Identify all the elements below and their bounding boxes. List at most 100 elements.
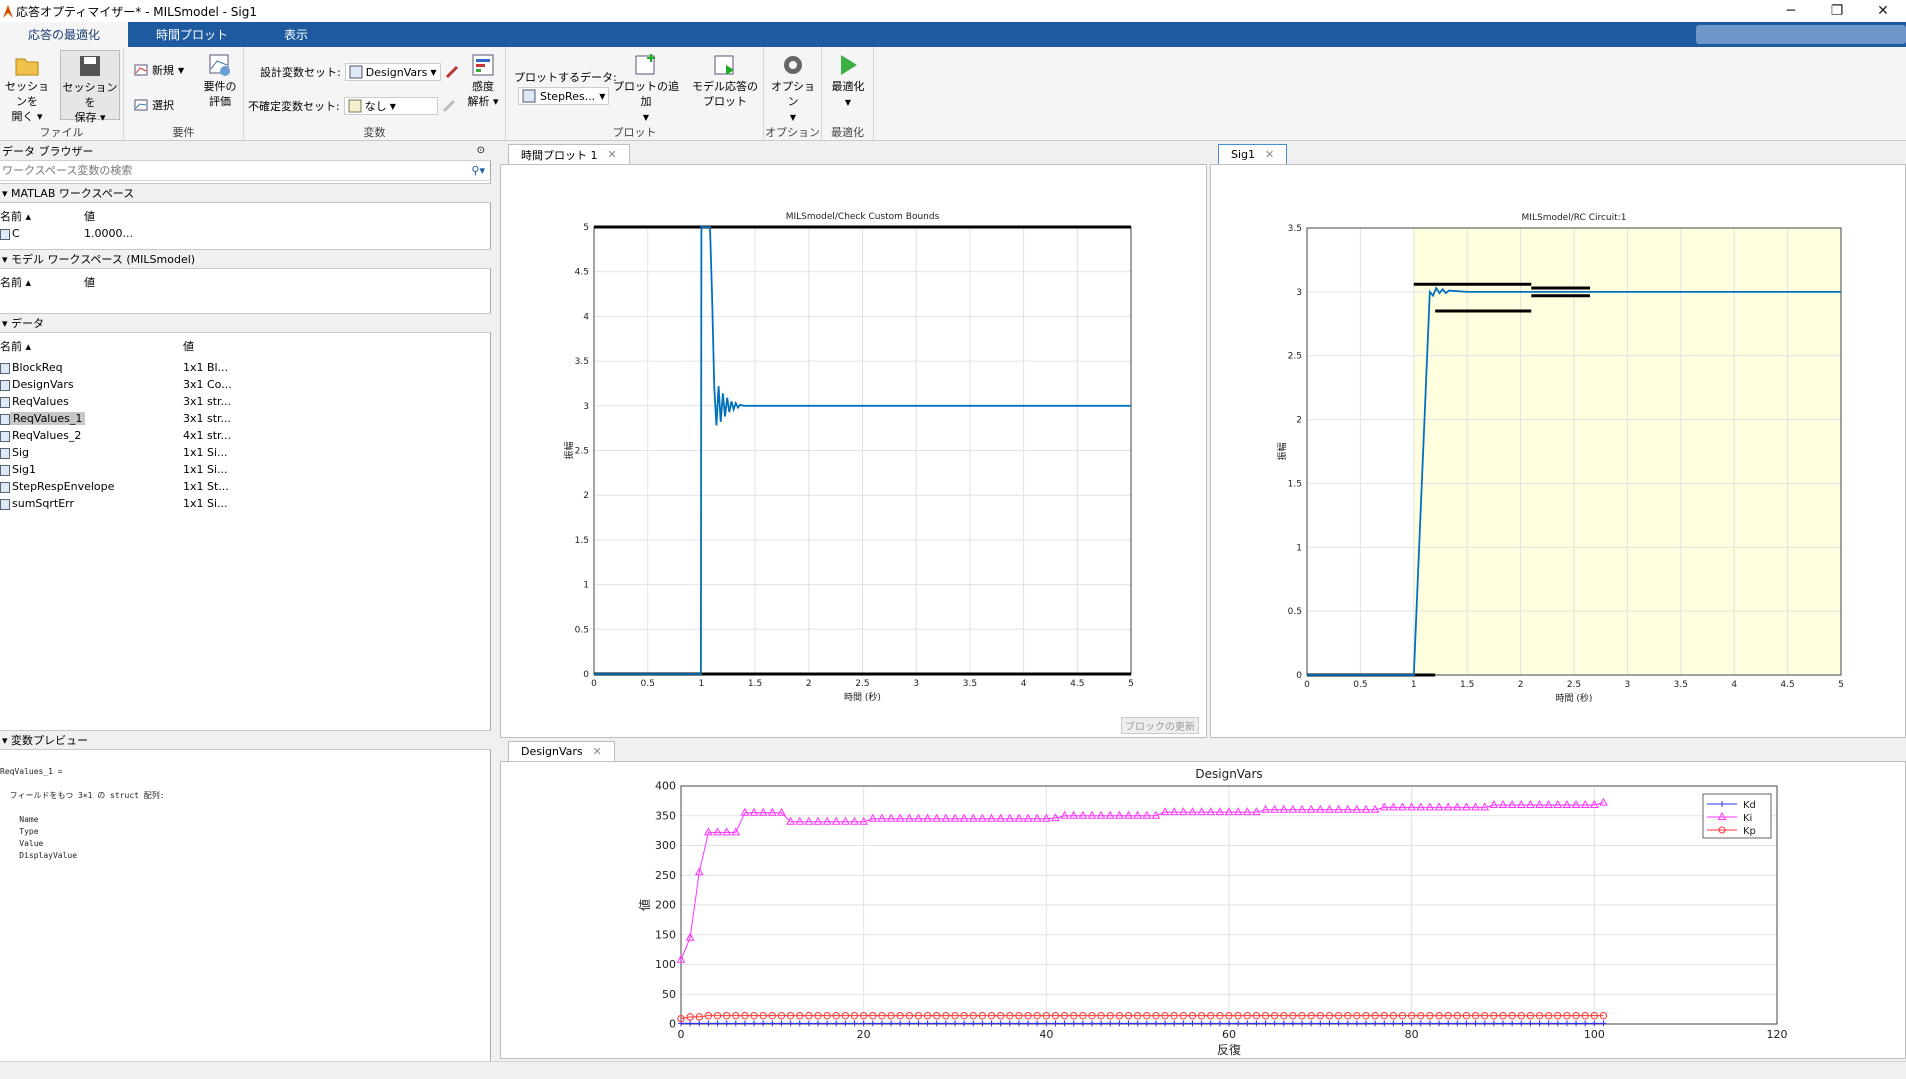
ws-row-c[interactable]: C 1.0000... bbox=[0, 226, 260, 243]
data-var-value: 1x1 Si... bbox=[183, 446, 228, 459]
x-tick-label: 2 bbox=[1518, 680, 1524, 690]
open-session-button[interactable]: セッションを開く ▾ bbox=[0, 53, 54, 124]
list-item-selected[interactable]: ReqValues_1 3x1 str... bbox=[0, 411, 260, 428]
sig1-pane: 0 0.5 1 1.5 2 2.5 3 3.5 4 4.5 5 0 0.5 1 1.5 2 2.5 3 3.5 MIL… bbox=[1210, 164, 1906, 738]
y-tick-label: 0 bbox=[583, 670, 589, 680]
data-section-header[interactable]: ▾ データ bbox=[0, 313, 491, 333]
x-tick-label: 2.5 bbox=[855, 679, 869, 689]
designvars-pane: 0 20 40 60 80 100 120 0 50 100 150 200 250 300 350 400 D… bbox=[500, 761, 1906, 1059]
list-item[interactable]: StepRespEnvelope 1x1 St... bbox=[0, 479, 260, 496]
sensitivity-icon bbox=[472, 54, 494, 76]
data-section-title: データ bbox=[11, 317, 45, 330]
title-bar: 応答オプティマイザー* - MILSmodel - Sig1 ─ ❐ ✕ bbox=[0, 0, 1906, 22]
plot-data-dropdown[interactable]: StepRes... ▼ bbox=[518, 87, 610, 105]
folder-icon bbox=[15, 58, 39, 76]
col-value[interactable]: 値 bbox=[84, 208, 95, 224]
plot-model-response-button[interactable]: モデル応答の プロット bbox=[688, 53, 762, 109]
uncertain-var-set-dropdown[interactable]: なし ▼ bbox=[343, 97, 438, 115]
design-var-set-dropdown[interactable]: DesignVars ▼ bbox=[344, 63, 441, 81]
variable-preview-header[interactable]: ▾ 変数プレビュー bbox=[0, 730, 491, 750]
group-variables: 設計変数セット: DesignVars ▼ 不確定変数セット: なし ▼ 感度 解析 … bbox=[244, 47, 506, 141]
tab-time-plot-1-label: 時間プロット 1 bbox=[521, 148, 598, 162]
select-label: 選択 bbox=[152, 99, 174, 112]
tab-response-optimization[interactable]: 応答の最適化 bbox=[0, 22, 128, 47]
tab-view[interactable]: 表示 bbox=[256, 22, 336, 47]
close-icon[interactable]: ✕ bbox=[1265, 148, 1274, 161]
plot-data-value: StepRes... bbox=[540, 89, 596, 103]
tab-time-plot[interactable]: 時間プロット bbox=[128, 22, 256, 47]
matlab-workspace-header[interactable]: ▾ MATLAB ワークスペース bbox=[0, 183, 491, 203]
col-name[interactable]: 名前 ▴ bbox=[0, 208, 31, 224]
chevron-down-icon: ▼ bbox=[844, 98, 852, 107]
ribbon: セッションを 開く ▾ セッションを 保存 ▾ ファイル 新規 ▼ 選択 要件の 評価 … bbox=[0, 47, 1906, 141]
workspace-search[interactable]: ⚲▾ bbox=[0, 161, 491, 181]
col-value-3[interactable]: 値 bbox=[183, 338, 194, 354]
legend-label-kp: Kp bbox=[1743, 826, 1756, 837]
sensitivity-analysis-button[interactable]: 感度 解析 ▾ bbox=[462, 53, 504, 109]
list-item[interactable]: DesignVars 3x1 Co... bbox=[0, 377, 260, 394]
optimize-button[interactable]: 最適化 ▼ bbox=[824, 53, 872, 110]
x-tick-label: 1.5 bbox=[1460, 680, 1474, 690]
close-icon[interactable]: ✕ bbox=[608, 148, 617, 161]
x-tick-label: 2 bbox=[806, 679, 812, 689]
tab-designvars[interactable]: DesignVars ✕ bbox=[508, 741, 615, 761]
tab-sig1[interactable]: Sig1 ✕ bbox=[1218, 144, 1288, 164]
variable-preview-text: ReqValues_1 = フィールドをもつ 3×1 の struct 配列: … bbox=[0, 767, 165, 860]
select-requirement-button[interactable]: 選択 bbox=[134, 97, 174, 113]
col-name-3[interactable]: 名前 ▴ bbox=[0, 338, 31, 354]
restore-button[interactable]: ❐ bbox=[1814, 0, 1860, 22]
y-tick-label: 150 bbox=[655, 928, 676, 941]
data-var-value: 1x1 Bl... bbox=[183, 361, 229, 374]
pencil-disabled-icon bbox=[442, 99, 455, 113]
x-tick-label: 5 bbox=[1838, 680, 1844, 690]
col-value-2[interactable]: 値 bbox=[84, 274, 95, 290]
y-tick-label: 200 bbox=[655, 899, 676, 912]
chevron-down-icon: ▼ bbox=[789, 113, 797, 122]
evaluate-label-2: 評価 bbox=[209, 95, 231, 108]
y-tick-label: 3 bbox=[583, 402, 589, 412]
add-plot-button[interactable]: プロットの追加 ▼ bbox=[608, 53, 684, 125]
update-block-button[interactable]: ブロックの更新 bbox=[1121, 717, 1199, 734]
list-item[interactable]: ReqValues_2 4x1 str... bbox=[0, 428, 260, 445]
matlab-logo-icon bbox=[3, 5, 13, 18]
close-icon[interactable]: ✕ bbox=[593, 745, 602, 758]
variable-icon bbox=[0, 465, 10, 476]
variables-group-label: 変数 bbox=[363, 126, 386, 139]
data-browser-panel: データ ブラウザー ⊙ ⚲▾ ▾ MATLAB ワークスペース 名前 ▴ 値 C 1… bbox=[0, 141, 491, 1061]
list-item[interactable]: Sig 1x1 Si... bbox=[0, 445, 260, 462]
quick-access-toolbar[interactable] bbox=[1696, 25, 1906, 44]
x-tick-label: 0 bbox=[1304, 680, 1310, 690]
model-response-icon bbox=[714, 55, 734, 75]
col-name-2[interactable]: 名前 ▴ bbox=[0, 274, 31, 290]
y-tick-label: 3.5 bbox=[575, 357, 589, 367]
new-requirement-button[interactable]: 新規 ▼ bbox=[134, 62, 184, 78]
group-file: セッションを 開く ▾ セッションを 保存 ▾ ファイル bbox=[0, 47, 124, 141]
tab-time-plot-1[interactable]: 時間プロット 1 ✕ bbox=[508, 144, 630, 164]
search-icon[interactable]: ⚲▾ bbox=[471, 164, 485, 177]
chart-title: MILSmodel/RC Circuit:1 bbox=[1522, 213, 1627, 223]
variable-icon bbox=[0, 414, 10, 425]
data-var-name: Sig bbox=[12, 446, 30, 459]
minimize-button[interactable]: ─ bbox=[1768, 0, 1814, 22]
save-session-button[interactable]: セッションを 保存 ▾ bbox=[60, 50, 120, 124]
close-button[interactable]: ✕ bbox=[1860, 0, 1906, 22]
data-var-value: 1x1 St... bbox=[183, 480, 229, 493]
evaluate-label: 要件の bbox=[203, 80, 237, 93]
open-session-label: セッションを bbox=[5, 80, 49, 108]
model-workspace-header[interactable]: ▾ モデル ワークスペース (MILSmodel) bbox=[0, 249, 491, 269]
list-item[interactable]: Sig1 1x1 Si... bbox=[0, 462, 260, 479]
x-axis-label: 時間 (秒) bbox=[1556, 692, 1593, 704]
pencil-icon[interactable] bbox=[445, 65, 459, 79]
list-item[interactable]: sumSqrtErr 1x1 Si... bbox=[0, 496, 260, 513]
panel-menu-icon[interactable]: ⊙ bbox=[477, 145, 485, 156]
legend-box bbox=[1702, 793, 1772, 839]
open-session-label-2: 開く ▾ bbox=[11, 110, 43, 123]
x-tick-label: 3.5 bbox=[1674, 680, 1688, 690]
evaluate-requirement-button[interactable]: 要件の 評価 bbox=[198, 53, 242, 109]
list-item[interactable]: ReqValues 3x1 str... bbox=[0, 394, 260, 411]
search-input[interactable] bbox=[2, 164, 442, 177]
ws-var-value: 1.0000... bbox=[84, 227, 133, 240]
list-item[interactable]: BlockReq 1x1 Bl... bbox=[0, 360, 260, 377]
y-tick-label: 100 bbox=[655, 958, 676, 971]
options-button[interactable]: オプション ▼ bbox=[766, 53, 820, 125]
